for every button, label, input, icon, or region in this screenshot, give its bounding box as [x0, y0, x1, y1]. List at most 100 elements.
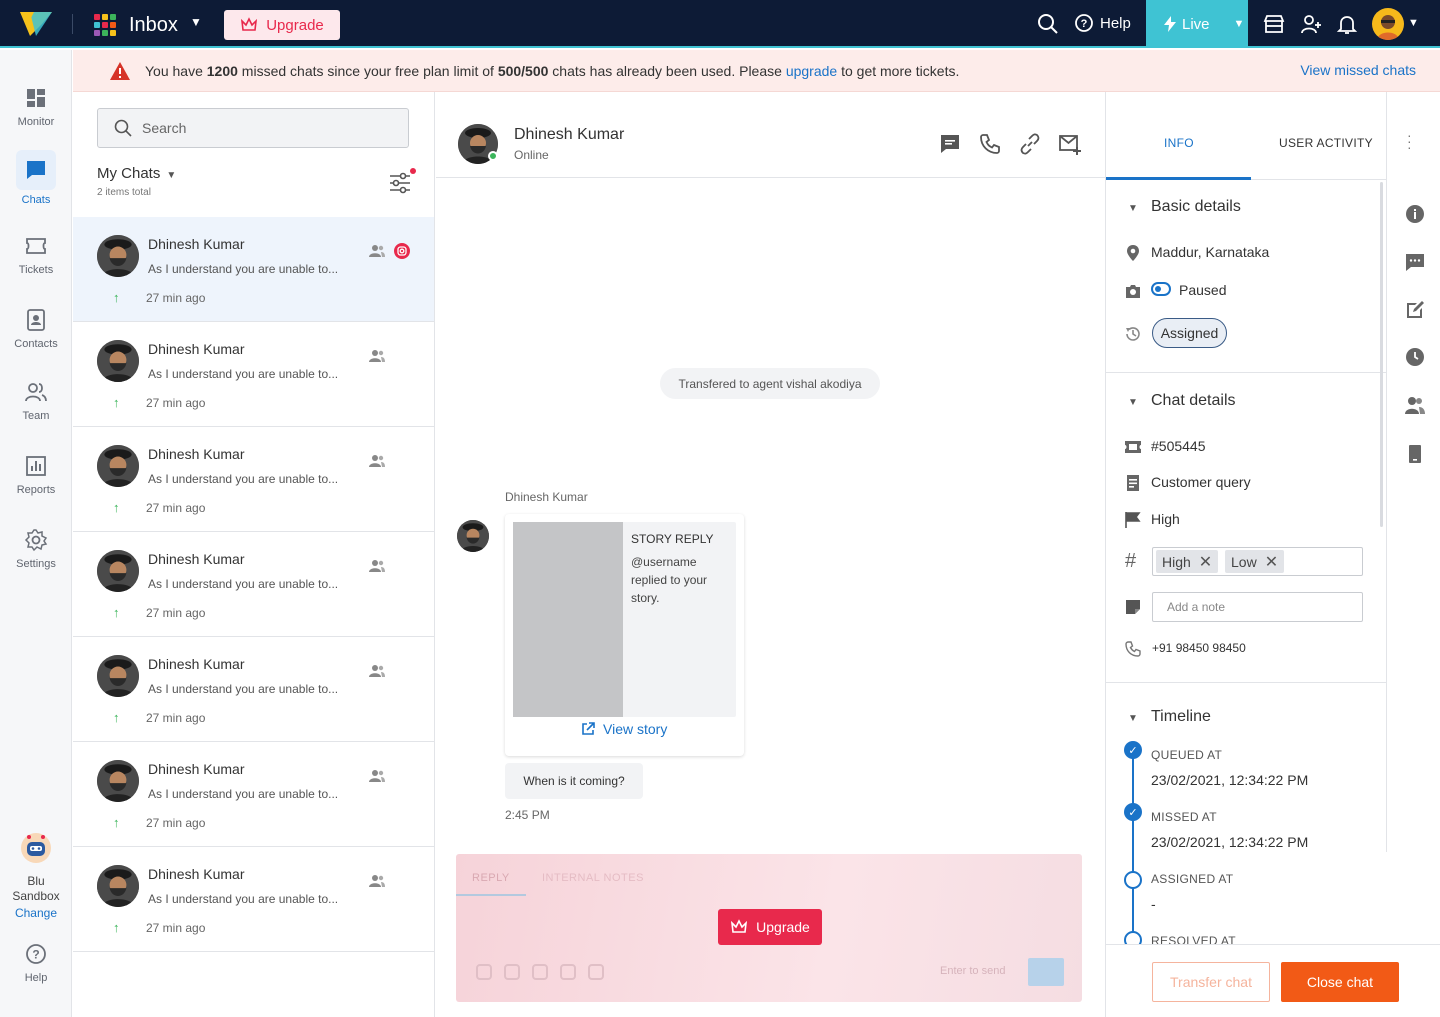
scrollbar[interactable] [1380, 182, 1383, 527]
assigned-badge[interactable]: Assigned [1152, 318, 1227, 348]
nav-tickets[interactable]: Tickets [0, 234, 72, 276]
chevron-down-icon[interactable]: ▼ [1408, 17, 1419, 29]
nav-reports[interactable]: Reports [0, 454, 72, 496]
svg-text:?: ? [32, 948, 39, 962]
chat-row[interactable]: Dhinesh Kumar As I understand you are una… [73, 847, 434, 952]
app-title[interactable]: Inbox [129, 14, 178, 37]
my-chats-dropdown[interactable]: My Chats ▼ [97, 165, 176, 182]
chat-row[interactable]: Dhinesh Kumar As I understand you are una… [73, 322, 434, 427]
reports-icon [26, 456, 46, 476]
nav-contacts[interactable]: Contacts [0, 308, 72, 350]
phone-icon[interactable] [978, 132, 1002, 156]
contact-name: Dhinesh Kumar [148, 236, 245, 252]
bot-avatar-icon[interactable] [20, 832, 52, 864]
tab-user-activity[interactable]: USER ACTIVITY [1279, 136, 1373, 150]
ticket-id: #505445 [1151, 438, 1206, 454]
view-missed-chats-link[interactable]: View missed chats [1300, 62, 1416, 78]
enter-to-send-hint: Enter to send [940, 965, 1006, 977]
arrow-up-icon: ↑ [113, 920, 120, 935]
ticket-icon [26, 238, 46, 254]
contact-name: Dhinesh Kumar [148, 341, 245, 357]
nav-chats[interactable]: Chats [0, 150, 72, 206]
contact-name: Dhinesh Kumar [148, 761, 245, 777]
close-icon[interactable]: ✕ [1199, 552, 1212, 572]
clock-icon[interactable] [1405, 347, 1425, 367]
upgrade-link[interactable]: upgrade [786, 63, 837, 79]
divider [1106, 372, 1387, 373]
nav-label: Contacts [14, 338, 58, 350]
chat-row[interactable]: Dhinesh Kumar As I understand you are una… [73, 427, 434, 532]
user-avatar[interactable] [1372, 8, 1404, 40]
nav-monitor[interactable]: Monitor [0, 86, 72, 128]
users-icon[interactable] [1405, 395, 1425, 415]
tags-input[interactable]: High ✕ Low ✕ [1152, 547, 1363, 576]
toggle-switch[interactable] [1151, 282, 1171, 296]
arrow-up-icon: ↑ [113, 605, 120, 620]
image-icon [504, 964, 520, 980]
link-icon[interactable] [1018, 132, 1042, 156]
close-icon[interactable]: ✕ [1265, 552, 1278, 572]
contact-avatar [97, 760, 139, 802]
chat-row[interactable]: Dhinesh Kumar As I understand you are una… [73, 742, 434, 847]
contact-name: Dhinesh Kumar [514, 126, 625, 143]
chevron-down-icon[interactable]: ▼ [1128, 713, 1138, 724]
add-user-icon[interactable] [1299, 12, 1323, 36]
plan-limit-banner: You have 1200 missed chats since your fr… [73, 50, 1440, 92]
mail-add-icon[interactable] [1058, 132, 1082, 156]
chevron-down-icon[interactable]: ▼ [190, 15, 202, 29]
nav-settings[interactable]: Settings [0, 528, 72, 570]
chat-icon[interactable] [1405, 252, 1425, 272]
sandbox-switcher: Blu Sandbox Change [0, 874, 72, 921]
add-note-input[interactable]: Add a note [1152, 592, 1363, 622]
crown-icon [241, 17, 258, 31]
contact-name: Dhinesh Kumar [148, 866, 245, 882]
apps-grid-icon[interactable] [94, 14, 116, 36]
app-logo[interactable] [20, 10, 52, 38]
upgrade-button[interactable]: Upgrade [224, 10, 340, 40]
chat-time: 27 min ago [146, 606, 206, 620]
chevron-down-icon[interactable]: ▼ [1128, 203, 1138, 214]
filter-sliders-icon[interactable] [389, 172, 411, 194]
store-icon[interactable] [1262, 12, 1286, 36]
message-icon[interactable] [938, 132, 962, 156]
tab-info[interactable]: INFO [1164, 136, 1194, 150]
bell-icon[interactable] [1335, 12, 1359, 36]
upgrade-button[interactable]: Upgrade [718, 909, 822, 945]
nav-label: Reports [16, 484, 56, 496]
timeline-value: 23/02/2021, 12:34:22 PM [1151, 772, 1309, 788]
chat-time: 27 min ago [146, 711, 206, 725]
top-bar: Inbox ▼ Upgrade ? Help Live ▼ ▼ [0, 0, 1440, 48]
kebab-menu-icon[interactable]: · · · [1407, 128, 1412, 154]
info-icon[interactable] [1405, 204, 1425, 224]
message-preview: As I understand you are unable to... [148, 367, 339, 381]
sandbox-change-link[interactable]: Change [0, 906, 72, 921]
nav-team[interactable]: Team [0, 380, 72, 422]
note-icon [1126, 600, 1140, 614]
chat-row[interactable]: Dhinesh Kumar As I understand you are una… [73, 217, 434, 322]
chat-time: 27 min ago [146, 816, 206, 830]
view-story-link[interactable]: View story [581, 721, 667, 737]
close-chat-button[interactable]: Close chat [1281, 962, 1399, 1002]
basic-details-title[interactable]: Basic details [1151, 198, 1241, 216]
chat-icon [27, 161, 45, 179]
crown-icon [731, 919, 748, 933]
message-preview: As I understand you are unable to... [148, 682, 339, 696]
chevron-down-icon[interactable]: ▼ [1128, 397, 1138, 408]
search-input[interactable]: Search [97, 108, 409, 148]
chat-details-title[interactable]: Chat details [1151, 392, 1236, 410]
chat-row[interactable]: Dhinesh Kumar As I understand you are una… [73, 637, 434, 742]
nav-help[interactable]: ? Help [0, 942, 72, 984]
search-icon[interactable] [1036, 12, 1060, 36]
help-button[interactable]: ? Help [1074, 13, 1131, 33]
chat-list-panel: Search My Chats ▼ 2 items total Dhinesh K… [73, 92, 435, 1017]
live-status-dropdown[interactable]: Live ▼ [1146, 0, 1248, 48]
priority-value: High [1151, 511, 1180, 527]
transfer-chat-button[interactable]: Transfer chat [1152, 962, 1270, 1002]
dashboard-icon [27, 89, 45, 107]
chat-row[interactable]: Dhinesh Kumar As I understand you are una… [73, 532, 434, 637]
device-icon[interactable] [1405, 444, 1425, 464]
timeline-title[interactable]: Timeline [1151, 708, 1211, 726]
edit-note-icon[interactable] [1405, 300, 1425, 320]
system-message: Transfered to agent vishal akodiya [660, 368, 880, 399]
chevron-down-icon: ▼ [166, 170, 177, 181]
